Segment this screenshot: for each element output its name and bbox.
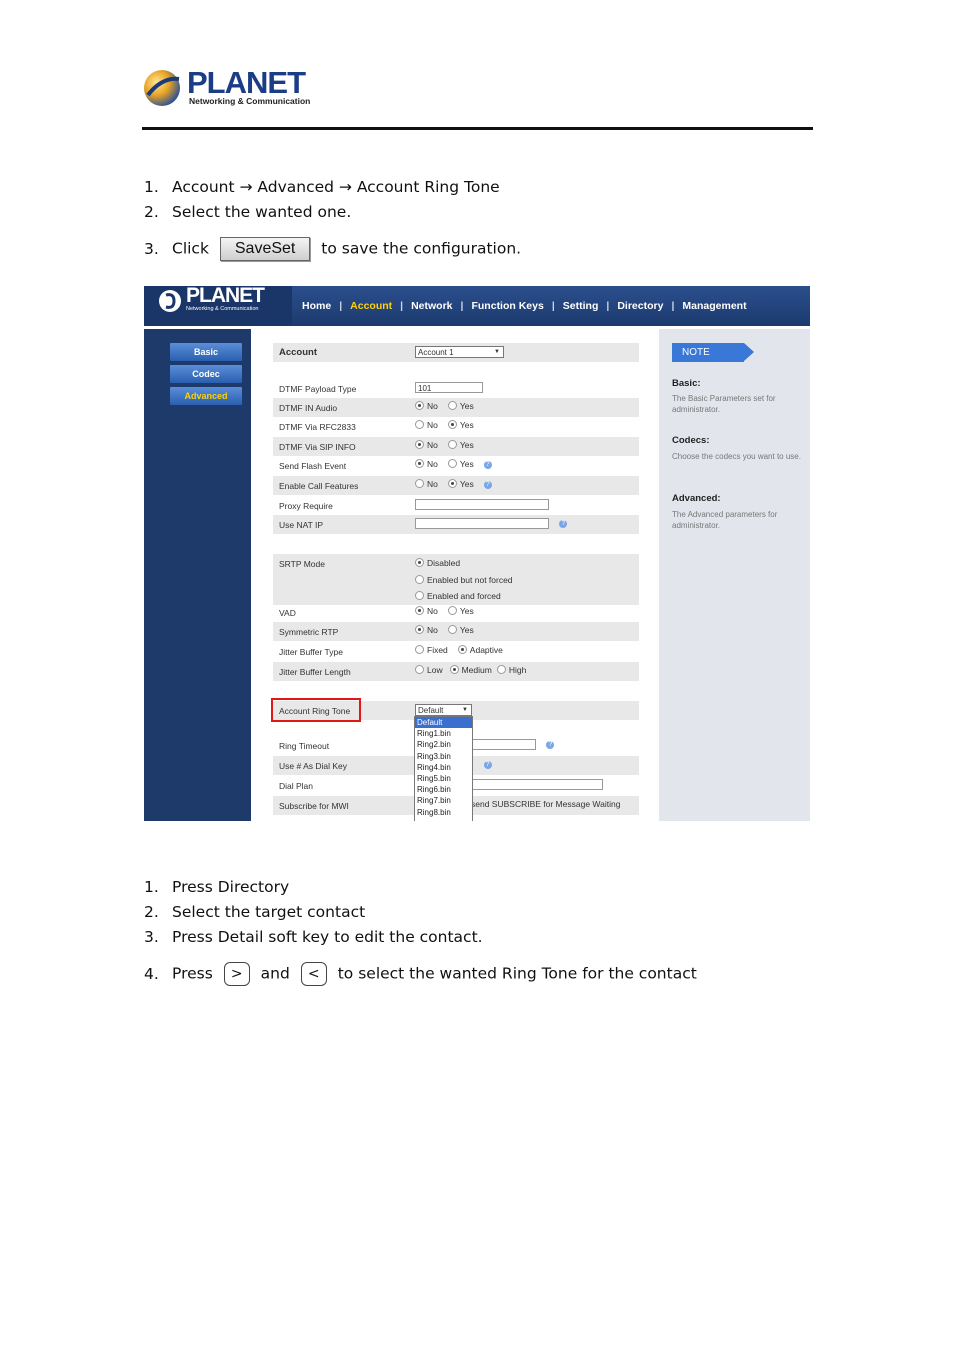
dropdown-option[interactable]: Ring8.bin [415,807,472,818]
dropdown-option[interactable]: Ring3.bin [415,751,472,762]
dtmf-payload-input[interactable]: 101 [415,382,483,394]
dropdown-option[interactable]: Ring7.bin [415,795,472,806]
step-b3: 3. Press Detail soft key to edit the cont… [144,928,483,946]
row-proxy-require: Proxy Require [273,496,639,515]
header-rule [142,127,813,130]
note-codecs-heading: Codecs: [672,435,710,446]
radio-button[interactable] [447,625,457,635]
radio-button[interactable] [415,401,424,411]
nav-account[interactable]: Account [342,300,400,312]
row-vad: VAD No Yes [279,606,474,618]
nav-management[interactable]: Management [674,300,754,312]
help-icon[interactable]: ? [483,760,492,769]
left-panel: Basic Codec Advanced [144,329,251,821]
step-b2: 2. Select the target contact [144,903,366,921]
left-key-icon: < [300,962,327,986]
radio-button[interactable] [415,479,424,489]
right-key-icon: > [223,962,250,986]
radio-button[interactable] [447,479,457,489]
note-basic-text: The Basic Parameters set for administrat… [672,394,776,414]
radio-button[interactable] [447,401,457,411]
help-icon[interactable]: ? [546,740,555,749]
note-basic-heading: Basic: [672,378,701,389]
step-3: 3. Click SaveSet to save the configuratio… [144,237,521,261]
radio-button[interactable] [415,420,424,430]
radio-button[interactable] [449,665,459,675]
row-dtmf-in-audio: DTMF IN Audio No Yes [273,398,639,417]
radio-button[interactable] [457,645,467,655]
dropdown-option[interactable]: Ring2.bin [415,739,472,750]
radio-button[interactable] [415,574,424,584]
planet-logo: PLANET Networking & Communication [143,65,310,109]
sidebar-codec-button[interactable]: Codec [170,365,242,383]
help-icon[interactable]: ? [483,460,492,469]
row-use-nat-ip: Use NAT IP ? [273,515,639,534]
main-nav: Home | Account | Network | Function Keys | S… [294,286,755,326]
dropdown-option[interactable]: Ring4.bin [415,762,472,773]
row-srtp-mode: SRTP Mode Disabled Enabled but not force… [273,554,639,605]
step-1: 1. Account → Advanced → Account Ring Tone [144,178,500,196]
radio-button[interactable] [415,591,424,601]
ring-tone-select[interactable]: Default [415,704,472,716]
nat-ip-input[interactable] [415,518,549,530]
radio-button[interactable] [415,625,424,635]
sidebar-advanced-button[interactable]: Advanced [170,387,242,405]
sidebar-basic-button[interactable]: Basic [170,343,242,361]
help-icon[interactable]: ? [483,480,492,489]
row-enable-call-features: Enable Call Features No Yes? [273,476,639,495]
row-dtmf-payload: DTMF Payload Type 101 [273,379,639,398]
proxy-require-input[interactable] [415,499,549,511]
nav-network[interactable]: Network [403,300,460,312]
dropdown-option[interactable]: Ring6.bin [415,784,472,795]
step-2: 2. Select the wanted one. [144,203,352,221]
radio-button[interactable] [447,606,457,616]
radio-button[interactable] [415,440,424,450]
brand-tagline: Networking & Communication [189,96,311,106]
saveset-button[interactable]: SaveSet [219,237,311,261]
radio-button[interactable] [447,459,457,469]
step-b4: 4. Press > and < to select the wanted Rin… [144,962,697,986]
web-ui-screenshot: PLANET Networking & Communication Home | … [144,286,810,821]
row-dtmf-sip-info: DTMF Via SIP INFO No Yes [273,437,639,456]
dropdown-option[interactable]: Default [415,717,472,729]
highlight-box [271,698,361,722]
radio-button[interactable] [496,665,506,675]
nav-setting[interactable]: Setting [555,300,607,312]
note-advanced-heading: Advanced: [672,493,721,504]
note-codecs-text: Choose the codecs you want to use. [672,452,801,461]
radio-button[interactable] [447,440,457,450]
nav-directory[interactable]: Directory [609,300,671,312]
dropdown-option[interactable]: Ring1.bin [415,728,472,739]
row-symmetric-rtp: Symmetric RTP No Yes [273,622,639,641]
nav-function-keys[interactable]: Function Keys [463,300,551,312]
radio-button[interactable] [415,665,424,675]
radio-button[interactable] [415,459,424,469]
help-icon[interactable]: ? [559,519,568,528]
account-select[interactable]: Account 1 [415,346,504,358]
radio-button[interactable] [415,645,424,655]
radio-button[interactable] [415,558,424,568]
row-jitter-buffer-length: Jitter Buffer Length Low Medium High [273,662,639,681]
ring-tone-dropdown-list[interactable]: Default Ring1.bin Ring2.bin Ring3.bin Ri… [414,716,473,821]
radio-button[interactable] [415,606,424,616]
nav-home[interactable]: Home [294,300,339,312]
note-advanced-text: The Advanced parameters for administrato… [672,510,778,530]
row-dtmf-rfc2833: DTMF Via RFC2833 No Yes [279,420,474,432]
row-account: Account Account 1 [273,343,639,362]
radio-button[interactable] [447,420,457,430]
note-tab: NOTE [672,343,754,362]
row-send-flash-event: Send Flash Event No Yes? [273,456,639,475]
ui-logo: PLANET Networking & Communication [144,286,292,326]
dropdown-option[interactable]: Ring5.bin [415,773,472,784]
row-jitter-buffer-type: Jitter Buffer Type Fixed Adaptive [279,645,503,657]
step-b1: 1. Press Directory [144,878,290,896]
